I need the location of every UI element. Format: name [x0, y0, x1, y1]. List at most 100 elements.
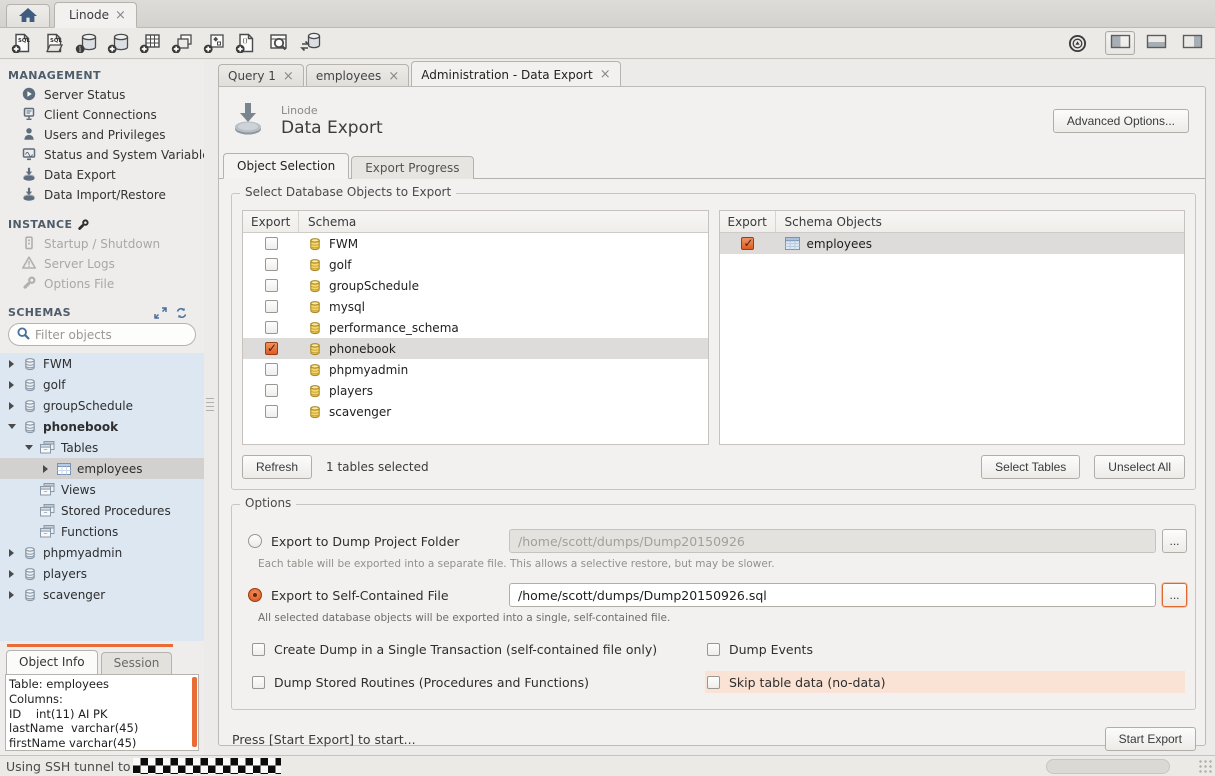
chevron-right-icon[interactable] [6, 402, 17, 410]
checkbox[interactable] [707, 676, 720, 689]
export-checkbox[interactable] [265, 321, 278, 334]
status-circle-icon[interactable] [1068, 34, 1087, 53]
tree-item-employees[interactable]: employees [0, 458, 204, 479]
tab-query-1[interactable]: Query 1 [218, 64, 304, 87]
chevron-right-icon[interactable] [6, 381, 17, 389]
advanced-options-button[interactable]: Advanced Options... [1053, 109, 1189, 133]
create-procedure-button[interactable] [200, 30, 230, 56]
sidebar-item-options-file[interactable]: Options File [0, 274, 204, 294]
checkbox-create-dump-in-a-single-transaction-self-contained-file-only[interactable]: Create Dump in a Single Transaction (sel… [250, 638, 705, 660]
sidebar-item-server-status[interactable]: Server Status [0, 85, 204, 105]
table-row[interactable]: employees [720, 233, 1185, 254]
dump-project-folder-radio[interactable] [248, 534, 262, 548]
new-connection-button[interactable]: i [72, 30, 102, 56]
table-row[interactable]: players [243, 380, 708, 401]
create-table-button[interactable] [136, 30, 166, 56]
table-row[interactable]: mysql [243, 296, 708, 317]
chevron-right-icon[interactable] [6, 549, 17, 557]
select-tables-button[interactable]: Select Tables [981, 455, 1080, 479]
checkbox-dump-stored-routines-procedures-and-functions[interactable]: Dump Stored Routines (Procedures and Fun… [250, 671, 705, 693]
chevron-right-icon[interactable] [6, 360, 17, 368]
tree-item-phpmyadmin[interactable]: phpmyadmin [0, 542, 204, 563]
tab-employees[interactable]: employees [306, 64, 409, 87]
export-checkbox[interactable] [265, 384, 278, 397]
sidebar-splitter[interactable] [204, 60, 218, 755]
filter-objects-input[interactable] [35, 328, 187, 342]
tab-session[interactable]: Session [101, 652, 173, 674]
reconnect-dbms-button[interactable] [296, 30, 326, 56]
sidebar-item-data-export[interactable]: Data Export [0, 165, 204, 185]
export-checkbox[interactable] [741, 237, 754, 250]
refresh-button[interactable]: Refresh [242, 455, 312, 479]
tab-export-progress[interactable]: Export Progress [351, 156, 473, 179]
unselect-all-button[interactable]: Unselect All [1094, 455, 1185, 479]
close-icon[interactable] [388, 70, 399, 83]
checkbox[interactable] [252, 676, 265, 689]
export-checkbox[interactable] [265, 363, 278, 376]
start-export-button[interactable]: Start Export [1105, 727, 1196, 751]
chevron-right-icon[interactable] [6, 591, 17, 599]
toggle-left-sidebar-button[interactable] [1105, 31, 1135, 55]
self-contained-file-radio[interactable] [248, 588, 262, 602]
tree-item-views[interactable]: Views [0, 479, 204, 500]
export-checkbox[interactable] [265, 405, 278, 418]
tree-item-phonebook[interactable]: phonebook [0, 416, 204, 437]
table-row[interactable]: scavenger [243, 401, 708, 422]
table-row[interactable]: groupSchedule [243, 275, 708, 296]
table-row[interactable]: phonebook [243, 338, 708, 359]
tree-item-players[interactable]: players [0, 563, 204, 584]
sidebar-item-startup-shutdown[interactable]: Startup / Shutdown [0, 234, 204, 254]
export-checkbox[interactable] [265, 300, 278, 313]
chevron-right-icon[interactable] [6, 570, 17, 578]
connection-tab[interactable]: Linode [54, 2, 137, 28]
create-schema-button[interactable] [104, 30, 134, 56]
create-function-button[interactable]: () [232, 30, 262, 56]
table-row[interactable]: FWM [243, 233, 708, 254]
new-sql-tab-button[interactable]: SQL [8, 30, 38, 56]
table-row[interactable]: performance_schema [243, 317, 708, 338]
dump-folder-browse-button[interactable]: ... [1162, 529, 1187, 553]
create-view-button[interactable] [168, 30, 198, 56]
checkbox-dump-events[interactable]: Dump Events [705, 638, 1185, 660]
toggle-right-sidebar-button[interactable] [1177, 31, 1207, 55]
tab-object-info[interactable]: Object Info [6, 650, 98, 674]
checkbox-skip-table-data-no-data[interactable]: Skip table data (no-data) [705, 671, 1185, 693]
close-icon[interactable] [600, 68, 611, 81]
table-row[interactable]: golf [243, 254, 708, 275]
toggle-bottom-panel-button[interactable] [1141, 31, 1171, 55]
table-row[interactable]: phpmyadmin [243, 359, 708, 380]
open-sql-script-button[interactable]: SQL [40, 30, 70, 56]
sidebar-item-client-connections[interactable]: Client Connections [0, 105, 204, 125]
self-contained-browse-button[interactable]: ... [1162, 583, 1187, 607]
self-contained-path-input[interactable] [509, 583, 1156, 607]
tree-item-functions[interactable]: Functions [0, 521, 204, 542]
tab-administration-data-export[interactable]: Administration - Data Export [411, 61, 620, 88]
export-checkbox[interactable] [265, 258, 278, 271]
chevron-right-icon[interactable] [40, 465, 51, 473]
export-checkbox[interactable] [265, 279, 278, 292]
refresh-schemas-icon[interactable] [175, 307, 188, 319]
export-checkbox[interactable] [265, 237, 278, 250]
chevron-down-icon[interactable] [23, 445, 34, 450]
tree-item-golf[interactable]: golf [0, 374, 204, 395]
resize-grip-icon[interactable] [1198, 759, 1213, 774]
tree-item-tables[interactable]: Tables [0, 437, 204, 458]
search-data-button[interactable] [264, 30, 294, 56]
tree-item-fwm[interactable]: FWM [0, 353, 204, 374]
expand-schemas-icon[interactable] [154, 307, 167, 319]
export-checkbox[interactable] [265, 342, 278, 355]
sidebar-item-users-and-privileges[interactable]: Users and Privileges [0, 125, 204, 145]
sidebar-item-server-logs[interactable]: Server Logs [0, 254, 204, 274]
horizontal-scrollbar-thumb[interactable] [1046, 759, 1170, 774]
chevron-down-icon[interactable] [6, 424, 17, 429]
object-info-scrollbar[interactable] [192, 677, 197, 747]
close-icon[interactable] [115, 9, 126, 22]
checkbox[interactable] [252, 643, 265, 656]
splitter-grip-icon[interactable] [206, 398, 214, 412]
tab-object-selection[interactable]: Object Selection [223, 153, 349, 179]
tree-item-scavenger[interactable]: scavenger [0, 584, 204, 605]
dump-folder-path-input[interactable] [509, 529, 1156, 553]
sidebar-item-data-import-restore[interactable]: Data Import/Restore [0, 185, 204, 205]
close-icon[interactable] [283, 70, 294, 83]
sidebar-item-status-and-system-variables[interactable]: Status and System Variables [0, 145, 204, 165]
